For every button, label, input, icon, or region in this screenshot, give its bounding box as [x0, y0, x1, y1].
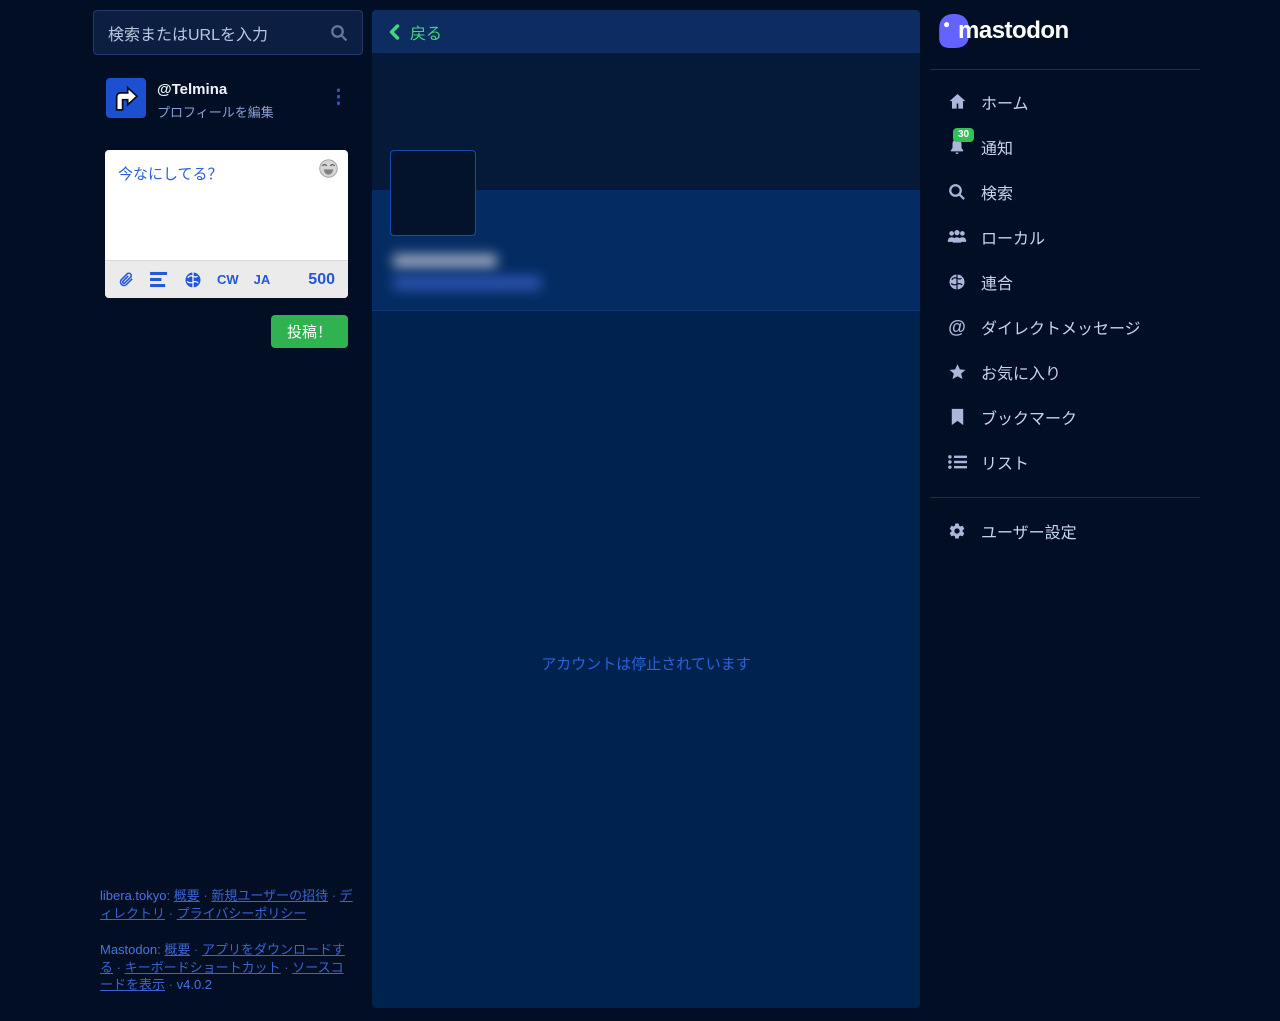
sidebar-divider-bottom — [930, 497, 1200, 498]
suspended-account-avatar — [390, 150, 476, 236]
compose-textarea[interactable]: 今なにしてる？ — [105, 150, 348, 260]
footer-site-label: libera.tokyo: — [100, 888, 171, 903]
footer-link-invite[interactable]: 新規ユーザーの招待 — [211, 888, 328, 903]
notification-count-badge: 30 — [953, 128, 975, 142]
visibility-globe-icon[interactable] — [184, 271, 202, 289]
nav-item-local[interactable]: ローカル — [930, 214, 1200, 259]
nav-label: 通知 — [981, 140, 1014, 158]
nav-label: 検索 — [981, 185, 1014, 203]
star-icon — [947, 363, 967, 381]
detail-column: 戻る アカウントは停止されています — [372, 10, 920, 1008]
edit-profile-link[interactable]: プロフィールを編集 — [157, 102, 274, 121]
compose-placeholder: 今なにしてる？ — [118, 166, 223, 183]
language-button[interactable]: JA — [254, 272, 271, 287]
character-count: 500 — [308, 270, 335, 288]
nav-item-home[interactable]: ホーム — [930, 79, 1200, 124]
nav-item-search[interactable]: 検索 — [930, 169, 1200, 214]
home-icon — [947, 92, 967, 111]
nav-label: お気に入り — [981, 365, 1062, 383]
nav-item-bookmarks[interactable]: ブックマーク — [930, 394, 1200, 439]
nav-item-favourites[interactable]: お気に入り — [930, 349, 1200, 394]
nav-label: ローカル — [981, 230, 1046, 248]
search-placeholder: 検索またはURLを入力 — [108, 26, 269, 44]
avatar[interactable] — [106, 78, 146, 118]
footer-site-line: libera.tokyo: 概要 · 新規ユーザーの招待 · ディレクトリ · … — [100, 888, 353, 921]
attach-icon[interactable] — [118, 271, 135, 288]
emoji-picker-icon[interactable] — [318, 158, 339, 184]
nav-label: リスト — [981, 455, 1030, 473]
users-icon — [947, 228, 967, 245]
nav-label: ホーム — [981, 95, 1029, 113]
nav-label: ブックマーク — [981, 410, 1078, 428]
compose-toolbar: CW JA 500 — [105, 260, 348, 298]
turn-arrow-avatar-icon — [115, 85, 139, 111]
blurred-display-name — [393, 254, 497, 268]
search-icon — [947, 183, 967, 201]
globe-icon — [947, 273, 967, 291]
profile-menu-button[interactable]: ⋮ — [325, 78, 352, 122]
back-button[interactable]: 戻る — [372, 10, 920, 53]
profile-username: @Telmina — [157, 81, 228, 98]
nav-item-notifications[interactable]: 30 通知 — [930, 124, 1200, 169]
nav-settings-section: ユーザー設定 — [930, 508, 1200, 553]
nav-label: ダイレクトメッセージ — [981, 320, 1141, 338]
content-warning-button[interactable]: CW — [217, 272, 239, 287]
nav-item-federated[interactable]: 連合 — [930, 259, 1200, 304]
mastodon-wordmark: mastodon — [958, 17, 1069, 44]
search-icon — [331, 24, 348, 41]
at-icon: @ — [948, 316, 966, 337]
nav-list: ホーム 30 通知 検索 ローカル 連合 @ ダイレクトメッセージ お気に入り — [930, 79, 1200, 484]
compose-box: 今なにしてる？ CW JA 500 — [105, 150, 348, 298]
footer-version: v4.0.2 — [176, 977, 213, 992]
profile-row: @Telmina プロフィールを編集 ⋮ — [106, 78, 352, 122]
chevron-left-icon — [389, 23, 400, 40]
post-button[interactable]: 投稿！ — [271, 315, 348, 348]
nav-label: 連合 — [981, 275, 1014, 293]
nav-item-lists[interactable]: リスト — [930, 439, 1200, 484]
sidebar-divider-top — [930, 69, 1200, 70]
back-label: 戻る — [410, 25, 443, 43]
blurred-account-handle — [393, 276, 541, 290]
search-input[interactable]: 検索またはURLを入力 — [93, 10, 363, 55]
suspended-message: アカウントは停止されています — [541, 656, 751, 673]
list-icon — [947, 454, 967, 470]
profile-meta: @Telmina プロフィールを編集 — [157, 78, 325, 122]
footer-link-mastodon-about[interactable]: 概要 — [164, 942, 190, 957]
poll-icon[interactable] — [150, 271, 169, 288]
mastodon-logo[interactable]: mastodon — [937, 13, 1069, 49]
footer-link-shortcuts[interactable]: キーボードショートカット — [125, 960, 281, 975]
footer-mastodon-line: Mastodon: 概要 · アプリをダウンロードする · キーボードショートカ… — [100, 942, 345, 992]
footer-mastodon-label: Mastodon: — [100, 942, 161, 957]
profile-timeline-area: アカウントは停止されています — [372, 311, 920, 1008]
gear-icon — [947, 522, 967, 540]
nav-item-user-settings[interactable]: ユーザー設定 — [930, 508, 1200, 553]
bookmark-icon — [947, 408, 967, 426]
nav-label: ユーザー設定 — [981, 524, 1077, 542]
footer-link-about[interactable]: 概要 — [174, 888, 200, 903]
nav-item-direct-messages[interactable]: @ ダイレクトメッセージ — [930, 304, 1200, 349]
footer-links: libera.tokyo: 概要 · 新規ユーザーの招待 · ディレクトリ · … — [100, 887, 354, 994]
footer-link-privacy[interactable]: プライバシーポリシー — [177, 906, 307, 921]
